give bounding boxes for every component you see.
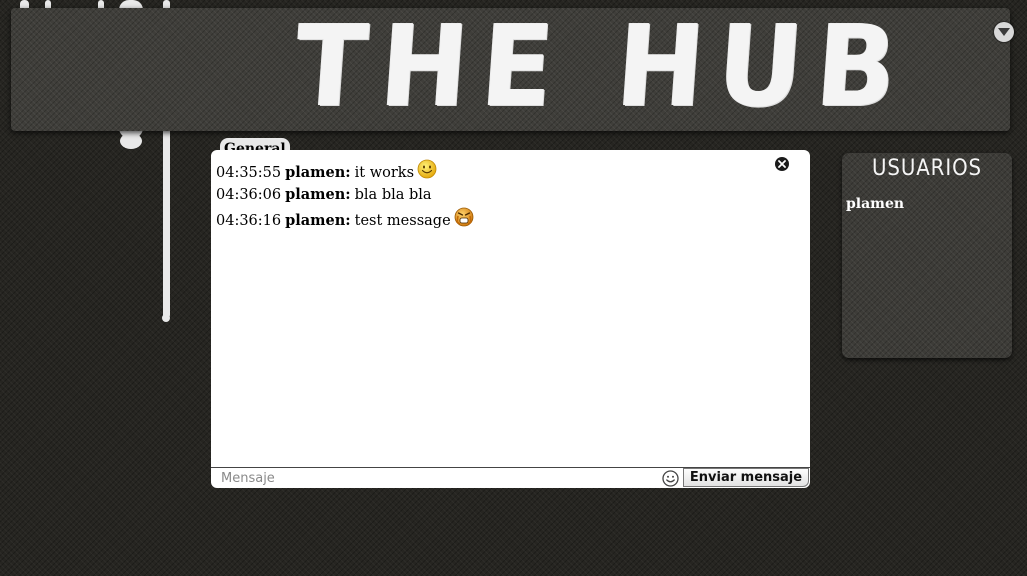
chat-message: 04:35:55 plamen: it works [216,159,770,183]
message-user: plamen: [285,164,351,181]
site-logo: THE HUB [291,0,915,132]
message-user: plamen: [285,186,351,203]
message-time: 04:35:55 [216,165,282,181]
header-banner: THE HUB [11,0,1014,132]
message-time: 04:36:16 [216,213,282,229]
message-input[interactable] [213,469,666,487]
send-message-button[interactable]: Enviar mensaje [683,468,809,487]
chat-message: 04:36:16 plamen: test message [216,207,770,231]
message-input-bar: Enviar mensaje [211,467,810,488]
users-panel-title: USUARIOS [871,156,983,181]
message-text: it works [354,165,415,181]
close-chat-button[interactable] [775,157,789,171]
message-list: 04:35:55 plamen: it works 04:36:06 plamen: b… [216,159,770,233]
angry-emoji-icon [454,207,474,227]
message-text: test message [354,213,451,229]
user-list: plamen [846,195,904,213]
message-user: plamen: [285,212,351,229]
user-list-item[interactable]: plamen [846,195,904,213]
collapse-header-button[interactable] [994,22,1014,42]
chat-window: 04:35:55 plamen: it works 04:36:06 plamen: b… [211,150,810,467]
close-icon [778,160,786,168]
chevron-down-icon [998,28,1010,36]
message-time: 04:36:06 [216,187,282,203]
smiley-emoji-icon [417,159,437,179]
chat-message: 04:36:06 plamen: bla bla bla [216,185,770,205]
users-panel: USUARIOS plamen [842,153,1012,358]
message-text: bla bla bla [354,187,432,203]
smiley-icon[interactable] [662,470,679,487]
